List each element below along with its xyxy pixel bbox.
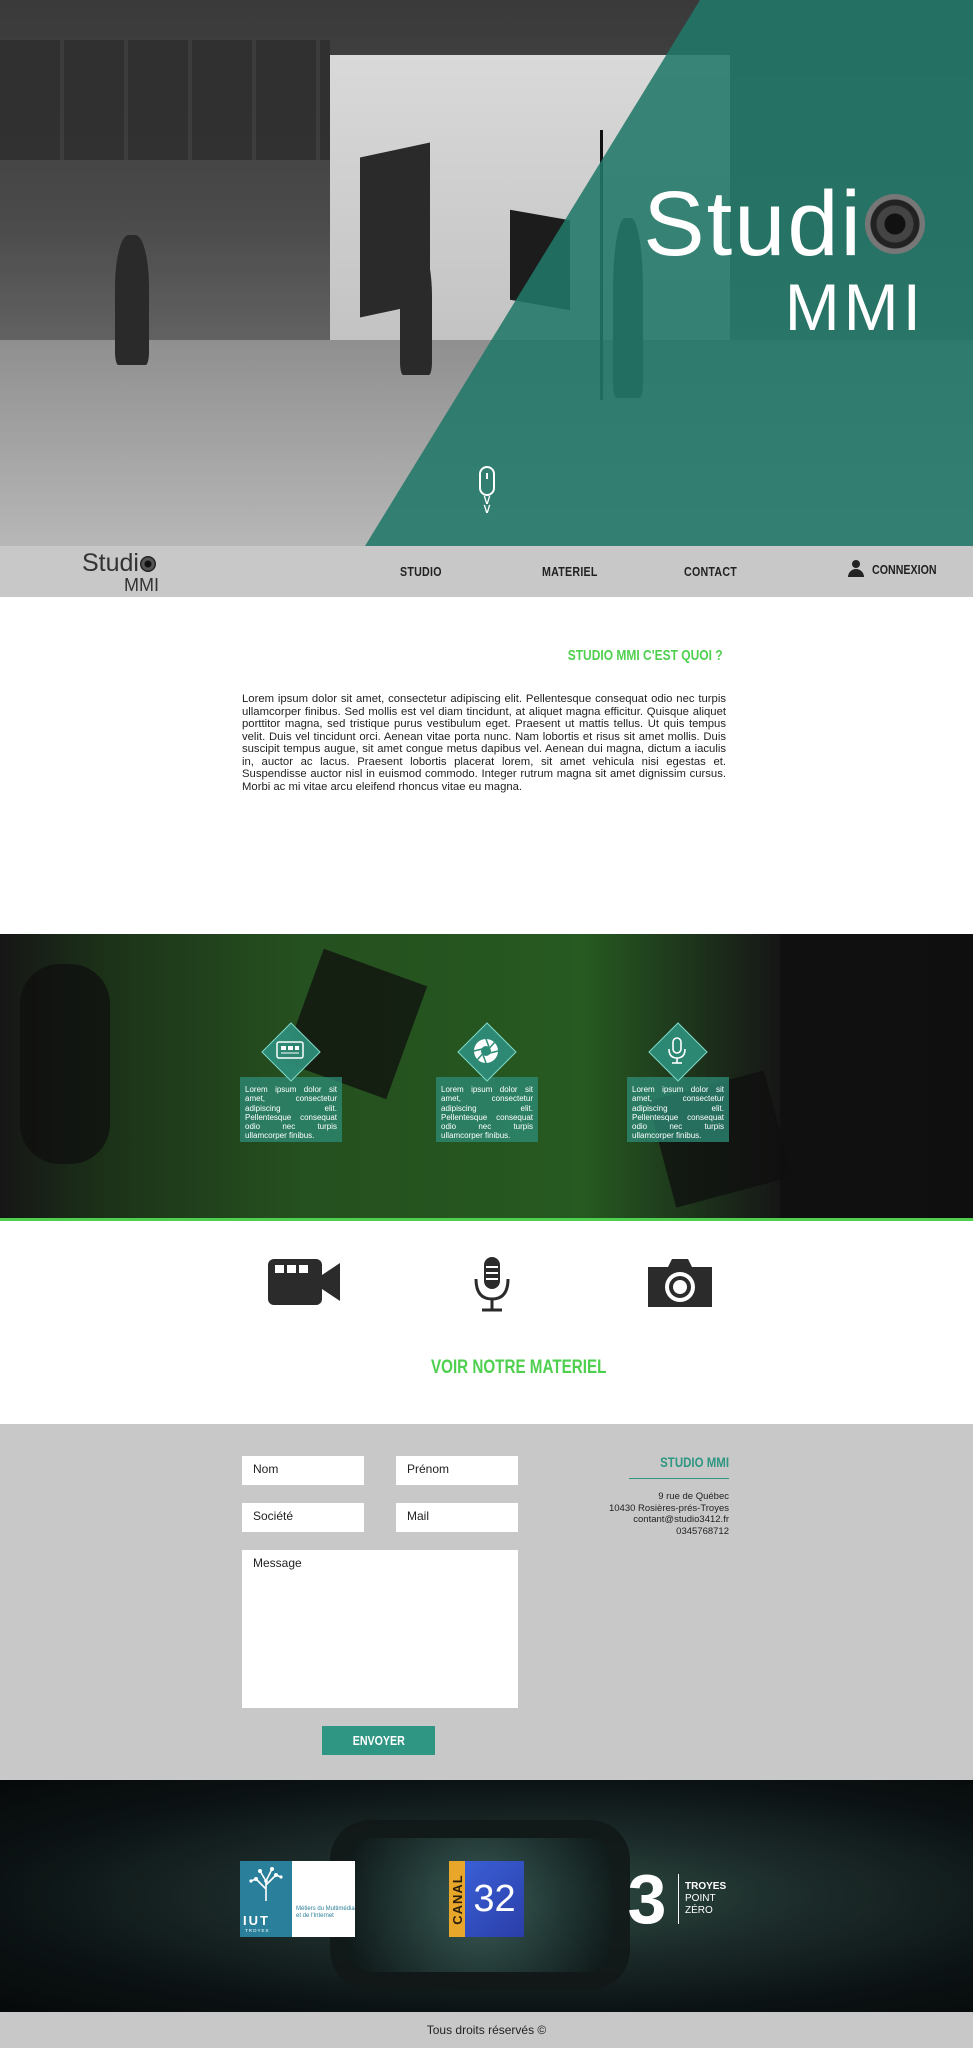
feature-card: Lorem ipsum dolor sit amet, consectetur …: [436, 1038, 538, 1142]
chevron-down-icon: ∨: [481, 501, 493, 517]
hero-background-windows: [0, 40, 330, 160]
logo-line1: Studi: [82, 549, 139, 577]
microphone-icon: [474, 1257, 510, 1312]
microphone-icon: [668, 1037, 686, 1064]
divider: [629, 1478, 729, 1479]
iut-label: IUT: [243, 1913, 270, 1928]
aperture-icon: [473, 1038, 499, 1064]
camera-lens-icon: [865, 194, 925, 254]
tree-icon: [249, 1867, 283, 1901]
nav-link-materiel[interactable]: MATERIEL: [542, 564, 598, 579]
feature-badge: [458, 1023, 514, 1079]
iut-city: TROYES: [245, 1928, 270, 1933]
view-equipment-link[interactable]: VOIR NOTRE MATERIEL: [431, 1357, 606, 1379]
feature-card: Lorem ipsum dolor sit amet, consectetur …: [240, 1041, 342, 1142]
screen-icon: [276, 1041, 304, 1059]
name-field[interactable]: Nom: [242, 1456, 364, 1485]
camera-icon: [648, 1259, 712, 1307]
canal-number: 32: [465, 1861, 524, 1937]
hero-title: Studi MMI: [643, 178, 925, 340]
hero-title-line2: MMI: [784, 270, 925, 344]
footer: Tous droits réservés ©: [0, 2012, 973, 2048]
feature-text: Lorem ipsum dolor sit amet, consectetur …: [632, 1085, 724, 1141]
equipment-section: VOIR NOTRE MATERIEL: [0, 1221, 973, 1424]
contact-email[interactable]: contant@studio3412.fr: [609, 1514, 729, 1526]
background-studio-light: [20, 964, 110, 1164]
nav-link-studio[interactable]: STUDIO: [400, 564, 442, 579]
feature-badge: [262, 1023, 318, 1079]
about-text: Lorem ipsum dolor sit amet, consectetur …: [242, 693, 726, 793]
feature-text: Lorem ipsum dolor sit amet, consectetur …: [245, 1085, 337, 1141]
feature-card: Lorem ipsum dolor sit amet, consectetur …: [627, 1037, 729, 1142]
send-button[interactable]: ENVOYER: [322, 1726, 435, 1755]
contact-info: STUDIO MMI 9 rue de Québec 10430 Rosière…: [609, 1454, 729, 1537]
contact-phone: 0345768712: [676, 1525, 729, 1537]
logo-line2: MMI: [124, 575, 159, 595]
message-textarea[interactable]: Message: [242, 1550, 518, 1708]
camera-lens-icon: [139, 555, 156, 572]
video-camera-icon: [268, 1259, 340, 1305]
about-heading: STUDIO MMI C'EST QUOI ?: [568, 647, 723, 664]
main-navigation: Studi MMI STUDIO MATERIEL CONTACT CONNEX…: [0, 546, 973, 597]
hero-photographer: [400, 245, 432, 375]
address-line1: 9 rue de Québec: [658, 1491, 729, 1502]
login-label: CONNEXION: [872, 561, 937, 577]
nav-link-contact[interactable]: CONTACT: [684, 564, 737, 579]
mouse-icon: [479, 466, 495, 496]
feature-text: Lorem ipsum dolor sit amet, consectetur …: [441, 1085, 533, 1141]
canal-name: CANAL: [449, 1873, 465, 1925]
troyes-point-zero-logo[interactable]: 3 TROYES POINT ZÉRO: [622, 1861, 732, 1937]
hero-banner: Studi MMI ∨ ∨: [0, 0, 973, 546]
site-logo[interactable]: Studi MMI: [82, 549, 159, 595]
tpz-line3: ZÉRO: [685, 1905, 713, 1916]
email-field[interactable]: Mail: [396, 1503, 518, 1532]
iut-department: Métiers du Multimédia et de l'Internet: [296, 1906, 355, 1919]
tpz-line2: POINT: [685, 1893, 716, 1904]
contact-section: Nom Prénom Société Mail Message ENVOYER …: [0, 1424, 973, 1780]
scroll-down-indicator[interactable]: ∨ ∨: [477, 466, 497, 517]
first-name-field[interactable]: Prénom: [396, 1456, 518, 1485]
hero-assistant: [115, 235, 149, 365]
contact-info-title: STUDIO MMI: [660, 1454, 729, 1470]
iut-troyes-logo[interactable]: IUT TROYES Métiers du Multimédia et de l…: [240, 1861, 355, 1937]
tpz-line1: TROYES: [685, 1881, 727, 1892]
divider: [678, 1874, 679, 1924]
feature-badge: [649, 1023, 705, 1079]
canal32-logo[interactable]: CANAL 32: [449, 1861, 524, 1937]
about-section: STUDIO MMI C'EST QUOI ? Lorem ipsum dolo…: [0, 597, 973, 934]
company-field[interactable]: Société: [242, 1503, 364, 1532]
send-button-label: ENVOYER: [352, 1733, 405, 1748]
user-icon: [848, 560, 864, 578]
address-line2: 10430 Rosières-prés-Troyes: [608, 1502, 729, 1514]
hero-title-line1: Studi: [643, 173, 863, 275]
tpz-mark-icon: 3: [627, 1860, 667, 1938]
background-curtain: [780, 934, 973, 1221]
copyright-text: Tous droits réservés ©: [426, 2023, 547, 2037]
login-button[interactable]: CONNEXION: [848, 560, 951, 578]
